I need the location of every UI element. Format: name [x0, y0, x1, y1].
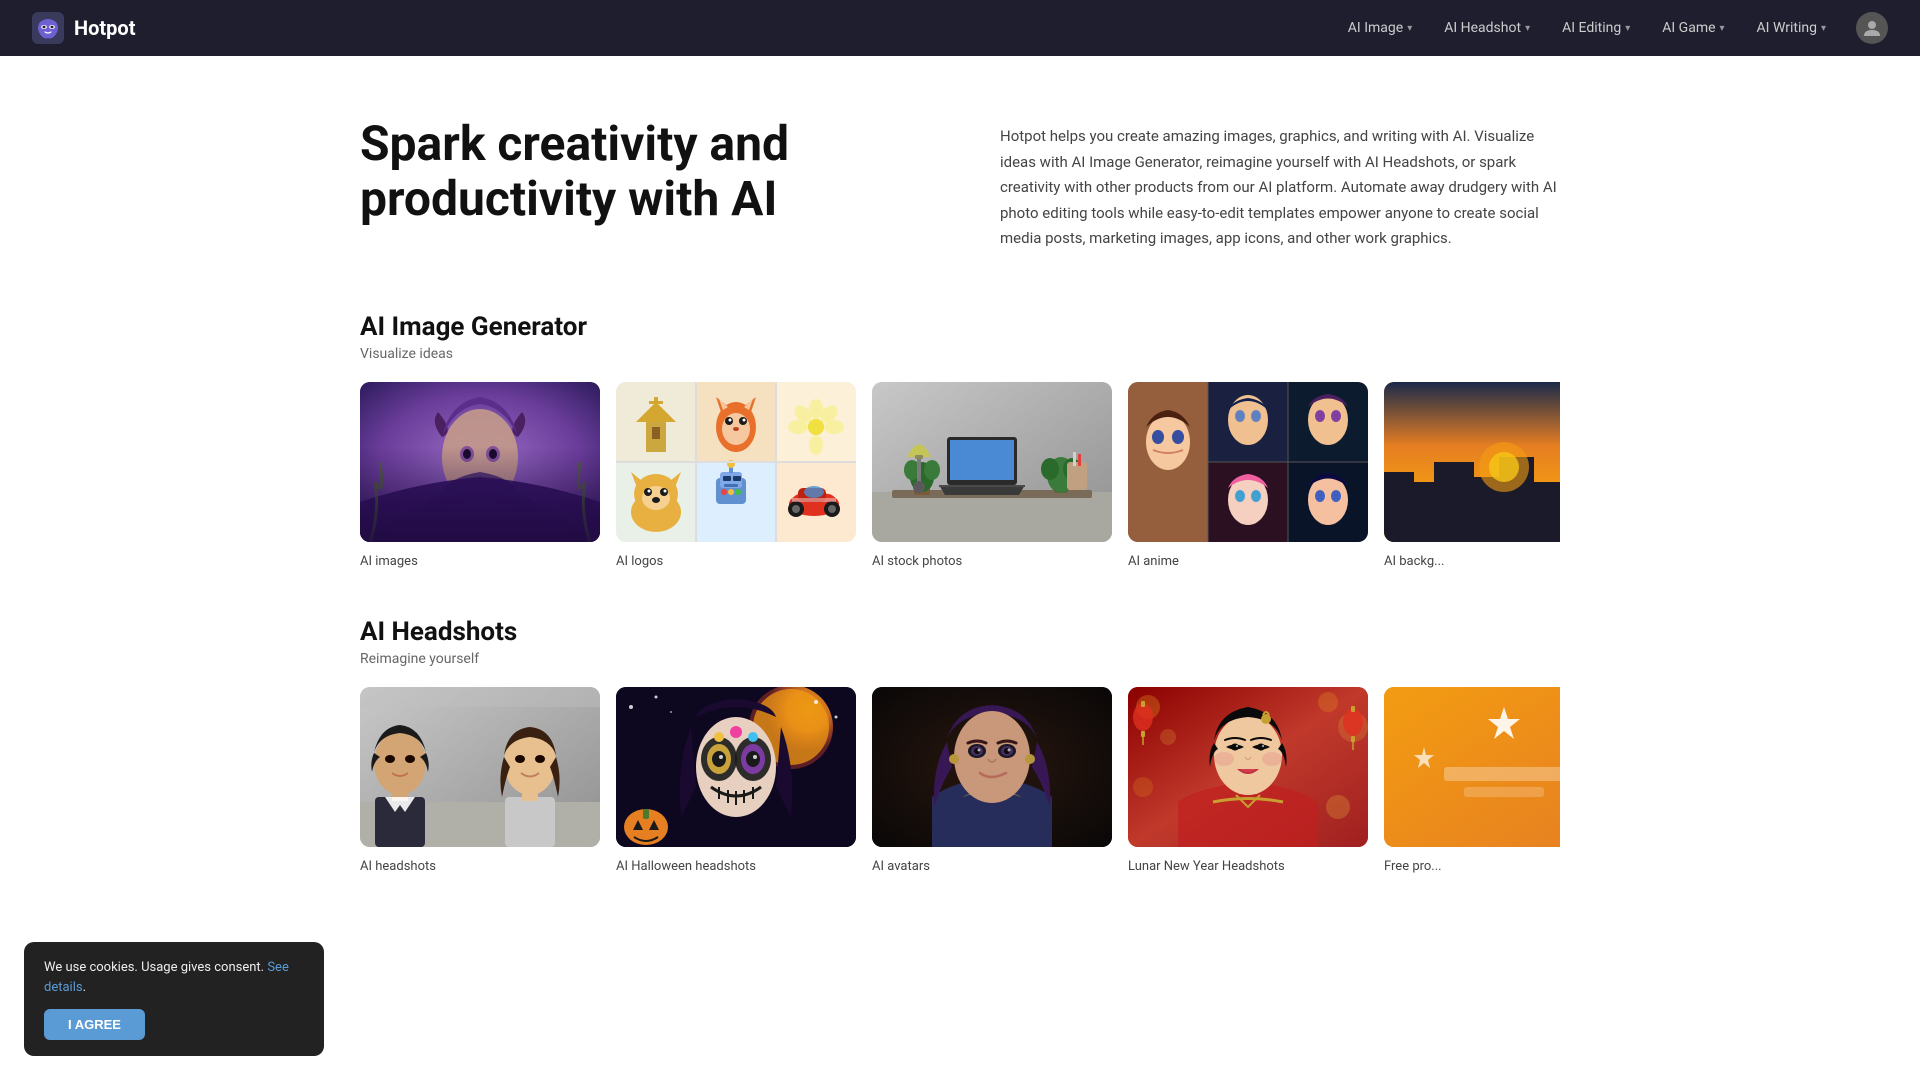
card-img-ai-stock: [872, 382, 1112, 542]
card-label-ai-bg: AI backg...: [1384, 554, 1444, 569]
card-img-lunar: [1128, 687, 1368, 847]
chevron-down-icon: ▾: [1407, 23, 1412, 34]
bg-illustration: [1384, 382, 1560, 542]
card-img-ai-images: [360, 382, 600, 542]
image-cards-row: AI images: [360, 382, 1560, 569]
main-content: Spark creativity and productivity with A…: [320, 56, 1600, 1002]
card-label-ai-stock: AI stock photos: [872, 554, 962, 569]
image-generator-section: AI Image Generator Visualize ideas: [360, 312, 1560, 569]
card-halloween-headshots[interactable]: AI Halloween headshots: [616, 687, 856, 874]
card-ai-images[interactable]: AI images: [360, 382, 600, 569]
card-lunar-headshots[interactable]: Lunar New Year Headshots: [1128, 687, 1368, 874]
ai-images-illustration: [360, 382, 600, 542]
headshots-section: AI Headshots Reimagine yourself: [360, 617, 1560, 874]
ai-logos-illustration: [616, 382, 856, 542]
anime-illustration: [1128, 382, 1368, 542]
card-img-halloween: [616, 687, 856, 847]
cookie-agree-button[interactable]: I AGREE: [44, 1009, 145, 1040]
logo-icon: [32, 12, 64, 44]
card-ai-logos[interactable]: AI logos: [616, 382, 856, 569]
card-label-ai-images: AI images: [360, 554, 418, 569]
image-section-subtitle: Visualize ideas: [360, 346, 1560, 362]
card-img-ai-bg: [1384, 382, 1560, 542]
headshots-cards-row: AI headshots: [360, 687, 1560, 874]
nav-ai-writing[interactable]: AI Writing ▾: [1743, 12, 1840, 44]
card-free-pro[interactable]: Free pro...: [1384, 687, 1560, 874]
card-label-ai-logos: AI logos: [616, 554, 663, 569]
hero-title: Spark creativity and productivity with A…: [360, 116, 920, 226]
logo-text: Hotpot: [74, 16, 135, 40]
nav-items: AI Image ▾ AI Headshot ▾ AI Editing ▾ AI…: [1334, 12, 1888, 44]
logo-link[interactable]: Hotpot: [32, 12, 135, 44]
stock-photos-illustration: [872, 382, 1112, 542]
card-img-free-pro: [1384, 687, 1560, 847]
hero-section: Spark creativity and productivity with A…: [360, 116, 1560, 252]
hero-description: Hotpot helps you create amazing images, …: [1000, 116, 1560, 252]
card-label-free-pro: Free pro...: [1384, 859, 1442, 874]
nav-ai-headshot[interactable]: AI Headshot ▾: [1430, 12, 1544, 44]
card-ai-avatars[interactable]: AI avatars: [872, 687, 1112, 874]
card-ai-stock-photos[interactable]: AI stock photos: [872, 382, 1112, 569]
nav-ai-image[interactable]: AI Image ▾: [1334, 12, 1426, 44]
free-pro-illustration: [1384, 687, 1560, 847]
card-ai-anime[interactable]: AI anime: [1128, 382, 1368, 569]
card-img-ai-anime: [1128, 382, 1368, 542]
card-label-ai-anime: AI anime: [1128, 554, 1179, 569]
card-img-ai-logos: [616, 382, 856, 542]
chevron-down-icon: ▾: [1821, 23, 1826, 34]
hero-desc-block: Hotpot helps you create amazing images, …: [1000, 116, 1560, 252]
lunar-illustration: [1128, 687, 1368, 847]
cookie-banner: We use cookies. Usage gives consent. See…: [24, 942, 324, 1056]
card-pro-headshots[interactable]: AI headshots: [360, 687, 600, 874]
card-label-pro-headshots: AI headshots: [360, 859, 436, 874]
pro-headshots-illustration: [360, 687, 600, 847]
chevron-down-icon: ▾: [1525, 23, 1530, 34]
headshots-section-subtitle: Reimagine yourself: [360, 651, 1560, 667]
halloween-illustration: [616, 687, 856, 847]
image-section-title: AI Image Generator: [360, 312, 1560, 342]
card-img-ai-avatars: [872, 687, 1112, 847]
nav-ai-game[interactable]: AI Game ▾: [1648, 12, 1738, 44]
user-avatar[interactable]: [1856, 12, 1888, 44]
avatars-illustration: [872, 687, 1112, 847]
headshots-section-title: AI Headshots: [360, 617, 1560, 647]
user-icon: [1863, 19, 1881, 37]
card-img-pro-headshots: [360, 687, 600, 847]
chevron-down-icon: ▾: [1720, 23, 1725, 34]
card-label-lunar: Lunar New Year Headshots: [1128, 859, 1285, 874]
cookie-message: We use cookies. Usage gives consent.: [44, 960, 264, 975]
hero-title-block: Spark creativity and productivity with A…: [360, 116, 920, 226]
card-label-halloween: AI Halloween headshots: [616, 859, 756, 874]
navbar: Hotpot AI Image ▾ AI Headshot ▾ AI Editi…: [0, 0, 1920, 56]
card-label-ai-avatars: AI avatars: [872, 859, 930, 874]
chevron-down-icon: ▾: [1625, 23, 1630, 34]
card-ai-bg[interactable]: AI backg...: [1384, 382, 1560, 569]
nav-ai-editing[interactable]: AI Editing ▾: [1548, 12, 1644, 44]
